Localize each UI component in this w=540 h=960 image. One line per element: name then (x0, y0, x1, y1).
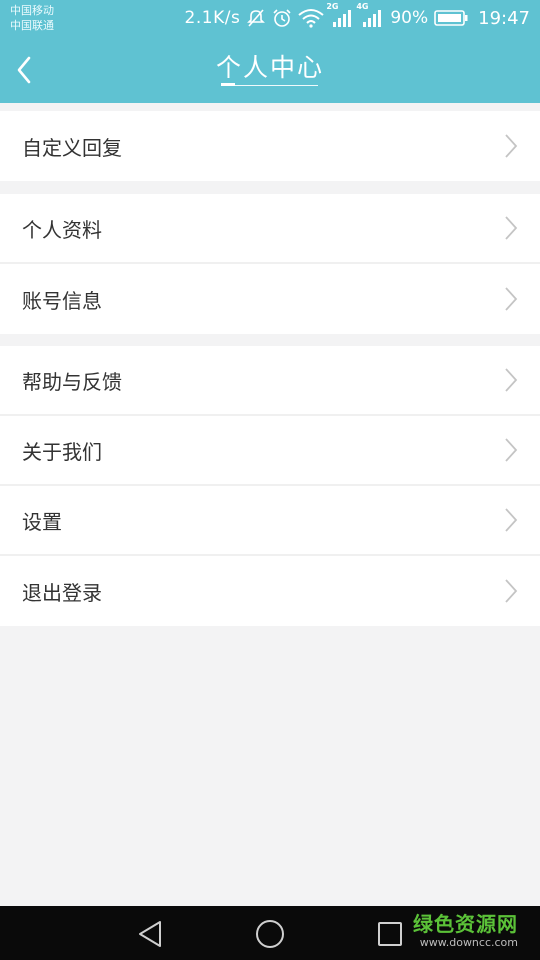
menu-item-settings[interactable]: 设置 (0, 486, 540, 556)
menu-group-1: 自定义回复 (0, 111, 540, 181)
chevron-right-icon (505, 216, 518, 240)
menu-item-label: 自定义回复 (22, 135, 122, 160)
chevron-right-icon (505, 134, 518, 158)
chevron-right-icon (505, 368, 518, 392)
signal-sim2-icon: 4G (356, 2, 384, 28)
square-recents-icon (378, 922, 402, 946)
system-navigation-bar: 绿色资源网 www.downcc.com (0, 906, 540, 960)
title-bar: 个人中心 (0, 38, 540, 102)
menu-item-label: 关于我们 (22, 439, 102, 464)
chevron-right-icon (505, 287, 518, 311)
alarm-icon (272, 8, 292, 28)
carrier-labels: 中国移动 中国联通 (10, 3, 54, 33)
battery-icon (434, 9, 468, 27)
watermark: 绿色资源网 www.downcc.com (413, 912, 518, 950)
menu-item-help-feedback[interactable]: 帮助与反馈 (0, 346, 540, 416)
menu-item-account-info[interactable]: 账号信息 (0, 264, 540, 334)
sim2-network-tag: 4G (356, 2, 369, 11)
battery-percent: 90% (390, 8, 429, 28)
nav-recents-button[interactable] (372, 916, 408, 952)
network-speed: 2.1K/s (184, 8, 241, 28)
menu-item-custom-reply[interactable]: 自定义回复 (0, 111, 540, 181)
menu-item-logout[interactable]: 退出登录 (0, 556, 540, 626)
menu-group-3: 帮助与反馈 关于我们 设置 退出登录 (0, 346, 540, 626)
title-underline-accent (221, 83, 235, 86)
mute-icon (246, 8, 266, 28)
circle-home-icon (256, 920, 284, 948)
chevron-right-icon (505, 579, 518, 603)
chevron-right-icon (505, 438, 518, 462)
menu-item-label: 设置 (22, 509, 62, 534)
nav-home-button[interactable] (252, 916, 288, 952)
menu-group-2: 个人资料 账号信息 (0, 194, 540, 334)
status-bar: 中国移动 中国联通 2.1K/s 2G 4G 90% 19:47 (0, 0, 540, 36)
sim1-network-tag: 2G (326, 2, 339, 11)
menu-item-label: 个人资料 (22, 217, 102, 242)
menu-item-label: 账号信息 (22, 288, 102, 313)
app-header: 中国移动 中国联通 2.1K/s 2G 4G 90% 19:47 个人中心 (0, 0, 540, 103)
page-title: 个人中心 (215, 53, 324, 82)
signal-sim1-icon: 2G (326, 2, 354, 28)
menu-item-about-us[interactable]: 关于我们 (0, 416, 540, 486)
carrier-2: 中国联通 (10, 19, 54, 32)
chevron-right-icon (505, 508, 518, 532)
wifi-icon (298, 8, 324, 28)
triangle-back-icon (139, 921, 161, 947)
status-time: 19:47 (478, 7, 530, 29)
watermark-title: 绿色资源网 (413, 912, 518, 936)
nav-back-button[interactable] (132, 916, 168, 952)
title-underline (221, 85, 318, 86)
carrier-1: 中国移动 (10, 4, 54, 17)
watermark-url: www.downcc.com (419, 936, 518, 949)
menu-item-label: 帮助与反馈 (22, 369, 122, 394)
menu-item-label: 退出登录 (22, 580, 102, 605)
status-icons: 2.1K/s 2G 4G 90% 19:47 (184, 2, 530, 30)
menu-item-profile[interactable]: 个人资料 (0, 194, 540, 264)
